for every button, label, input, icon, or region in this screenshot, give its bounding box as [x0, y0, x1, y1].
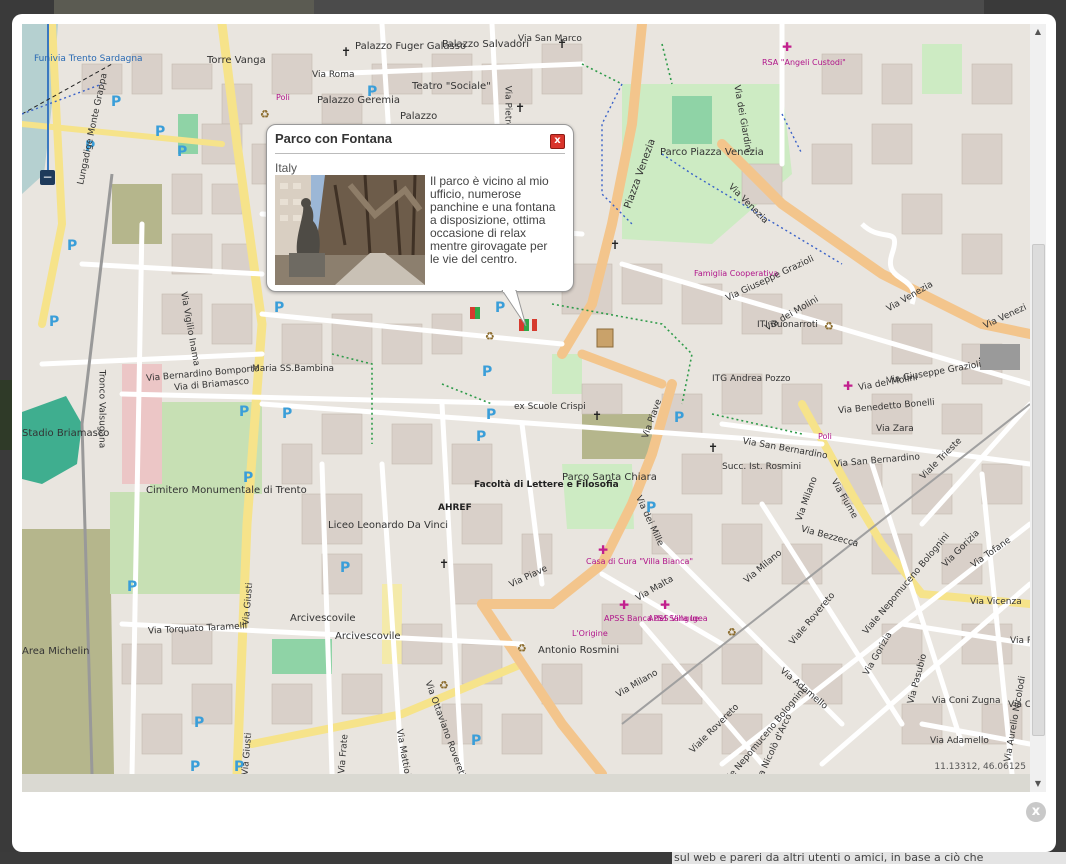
background-image-top-left — [54, 0, 314, 14]
svg-text:✝: ✝ — [515, 101, 525, 115]
popup-country: Italy — [275, 161, 298, 175]
map-label: Via Pietro — [502, 85, 513, 129]
popup-photo[interactable] — [275, 175, 425, 285]
background-image-top — [314, 0, 984, 14]
map-label: RSA "Angeli Custodi" — [762, 58, 846, 67]
svg-text:♻: ♻ — [727, 626, 737, 639]
map-label: Facoltà di Lettere e Filosofia — [474, 480, 619, 490]
parking-icon: P — [239, 404, 250, 420]
svg-text:✝: ✝ — [610, 238, 620, 252]
svg-text:✝: ✝ — [592, 409, 602, 423]
parking-icon: P — [67, 238, 78, 254]
map-label: AHREF — [438, 503, 472, 513]
popup-description: Il parco è vicino al mio ufficio, numero… — [430, 174, 556, 266]
svg-text:♻: ♻ — [517, 642, 527, 655]
parking-icon: P — [49, 314, 60, 330]
map-label: Poli — [818, 432, 832, 441]
map-label: Antonio Rosmini — [538, 646, 619, 656]
map-label: Famiglia Cooperativa — [694, 269, 779, 278]
parking-icon: P — [471, 733, 482, 749]
park-photo-icon — [275, 175, 425, 285]
svg-text:♻: ♻ — [824, 320, 834, 333]
scroll-down-arrow-icon[interactable]: ▼ — [1030, 776, 1046, 792]
map-label: ITG Andrea Pozzo — [712, 374, 791, 384]
map-label: Poli — [276, 93, 290, 102]
map-label: Palazzo Fuger Galasso — [355, 42, 466, 52]
parking-icon: P — [674, 410, 685, 426]
popup-title: Parco con Fontana — [275, 131, 393, 146]
svg-text:✚: ✚ — [598, 543, 608, 557]
parking-icon: P — [190, 759, 201, 774]
scrollbar[interactable]: ▲ ▼ — [1030, 24, 1046, 792]
map-label: Parco Piazza Venezia — [660, 148, 764, 158]
parking-icon: P — [274, 300, 285, 316]
map-label: Via Adamello — [930, 736, 989, 746]
map-label: ITI Buonarroti — [757, 320, 818, 330]
svg-text:♻: ♻ — [439, 679, 449, 692]
map-label: Succ. Ist. Rosmini — [722, 462, 801, 472]
map-label: Teatro "Sociale" — [412, 81, 491, 92]
map-label: Via San Marco — [518, 34, 582, 44]
background-image-left — [0, 380, 12, 450]
map-popup: Parco con Fontana x Italy Il parco è vic… — [266, 124, 574, 292]
map-label: Parco Santa Chiara — [562, 472, 657, 483]
map-label: Palazzo Salvadori — [442, 39, 530, 50]
map-label: Cimitero Monumentale di Trento — [146, 485, 307, 496]
svg-text:♻: ♻ — [260, 108, 270, 121]
svg-text:♻: ♻ — [485, 330, 495, 343]
modal-close-button[interactable]: x — [1026, 802, 1046, 822]
svg-text:✚: ✚ — [660, 598, 670, 612]
map-label: ex Scuole Crispi — [514, 402, 586, 412]
map-label: Arcivescovile — [335, 631, 401, 642]
scrollbar-thumb[interactable] — [1032, 244, 1045, 736]
parking-icon: P — [177, 144, 188, 160]
popup-tail-icon — [501, 290, 527, 327]
svg-text:✝: ✝ — [708, 441, 718, 455]
parking-icon: P — [155, 124, 166, 140]
map-label: APSS Banca del Sangue — [604, 614, 699, 624]
scroll-up-arrow-icon[interactable]: ▲ — [1030, 24, 1046, 40]
background-footer-text: sul web e pareri da altri utenti o amici… — [672, 852, 1066, 864]
popup-divider — [275, 153, 565, 154]
svg-text:✝: ✝ — [439, 557, 449, 571]
map-label: Casa di Cura "Villa Bianca" — [586, 557, 693, 567]
map-label: Stadio Briamasco — [22, 428, 109, 439]
parking-icon: P — [486, 407, 497, 423]
svg-text:✚: ✚ — [782, 40, 792, 54]
map-label: Via Vicenza — [970, 597, 1022, 607]
map-label: Via Roma — [312, 70, 355, 80]
map-label: Palazzo Geremia — [317, 95, 400, 106]
parking-icon: P — [476, 429, 487, 445]
parking-icon: P — [340, 560, 351, 576]
map-label: Via C — [1008, 700, 1030, 710]
parking-icon: P — [243, 470, 254, 486]
map-label: Palazzo — [400, 111, 438, 122]
svg-text:✚: ✚ — [619, 598, 629, 612]
map-footer-bar — [22, 774, 1030, 792]
map-label: Torre Vanga — [207, 55, 266, 66]
parking-icon: P — [282, 406, 293, 422]
map-label: Funivia Trento Sardagna — [34, 54, 143, 64]
map-label: L'Origine — [572, 629, 608, 638]
parking-icon: P — [194, 715, 205, 731]
map-label: Liceo Leonardo Da Vinci — [328, 521, 448, 531]
popup-close-button[interactable]: x — [550, 134, 565, 149]
map-label: APSS Villa Igea — [648, 614, 708, 623]
svg-text:✚: ✚ — [843, 379, 853, 393]
zoom-out-button[interactable]: − — [40, 170, 55, 185]
parking-icon: P — [111, 94, 122, 110]
map-label: Via Pade — [1010, 636, 1030, 646]
parking-icon: P — [482, 364, 493, 380]
parking-icon: P — [127, 579, 138, 595]
map-label: Arcivescovile — [290, 613, 356, 624]
map-label: Maria SS.Bambina — [252, 364, 334, 374]
map-label: Via Coni Zugna — [932, 696, 1001, 706]
map-label: Via Zara — [876, 424, 914, 434]
mouse-coordinates: 11.13312, 46.06125 — [934, 762, 1026, 772]
map-label: Area Michelin — [22, 646, 90, 657]
svg-text:✝: ✝ — [341, 45, 351, 59]
